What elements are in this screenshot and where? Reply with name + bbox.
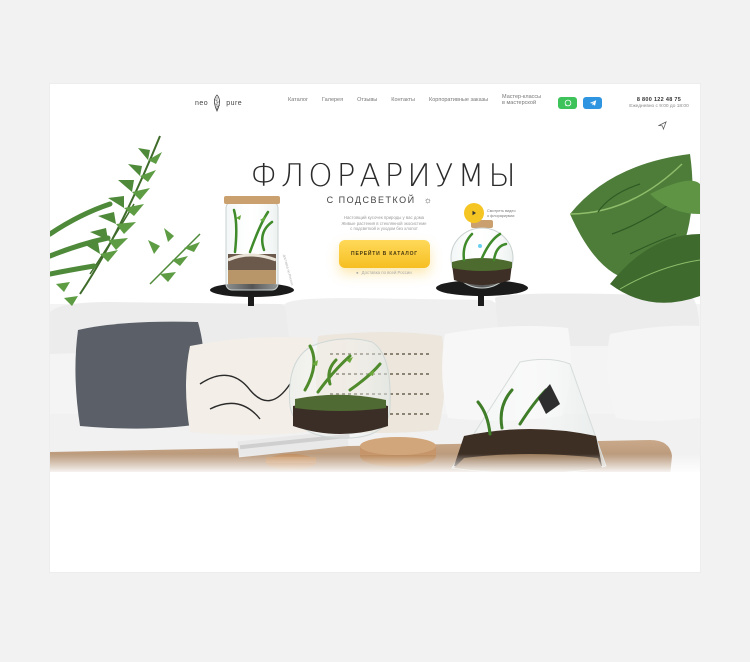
hero-subtitle-text: С ПОДСВЕТКОЙ bbox=[326, 195, 416, 205]
nav-item-gallery[interactable]: Галерея bbox=[322, 97, 343, 106]
location-pin-icon: ● bbox=[356, 270, 359, 275]
nav-item-corporate[interactable]: Корпоративные заказы bbox=[429, 97, 488, 106]
terrarium-jar-table bbox=[288, 338, 391, 439]
cta-note: ● Доставка по всей России bbox=[356, 270, 412, 275]
terrarium-pedestal-right bbox=[436, 220, 528, 306]
play-icon bbox=[472, 210, 476, 216]
send-icon[interactable] bbox=[658, 121, 667, 130]
play-video-button[interactable] bbox=[464, 203, 484, 223]
nav-item-workshops[interactable]: Мастер-классы в мастерской bbox=[502, 94, 541, 106]
telegram-button[interactable] bbox=[583, 97, 602, 109]
contact-block: 8 800 122 48 75 Ежедневно с 9:00 до 18:0… bbox=[620, 97, 698, 109]
brand-logo[interactable]: neo pure bbox=[195, 94, 242, 112]
nav-item-contacts[interactable]: Контакты bbox=[391, 97, 415, 106]
hero-description-line3: с подсветкой и уходом без хлопот bbox=[350, 226, 418, 231]
telegram-icon bbox=[589, 100, 596, 106]
video-label-line1: Смотреть видео bbox=[487, 209, 516, 213]
whatsapp-button[interactable] bbox=[558, 97, 577, 109]
go-to-catalog-button[interactable]: ПЕРЕЙТИ В КАТАЛОГ bbox=[339, 240, 430, 268]
whatsapp-icon bbox=[564, 99, 571, 107]
brand-name-line2: pure bbox=[226, 99, 243, 107]
video-label: Смотреть видео о флорариумах bbox=[487, 209, 527, 218]
fern-plant-left bbox=[50, 135, 201, 306]
brand-name-line1: neo bbox=[195, 99, 209, 107]
phone-number[interactable]: 8 800 122 48 75 bbox=[620, 97, 698, 103]
hero-title: ФЛОРАРИУМЫ bbox=[250, 158, 520, 194]
landing-page-card: neo pure Каталог Галерея Отзывы Контакты… bbox=[50, 84, 700, 572]
sparkle-icon: ☼ bbox=[419, 195, 434, 205]
cta-note-text: Доставка по всей России bbox=[361, 270, 412, 275]
hero-description: Настоящий кусочек природы у вас дома Жив… bbox=[320, 215, 448, 232]
main-nav: Каталог Галерея Отзывы Контакты Корпорат… bbox=[288, 94, 541, 106]
nav-item-reviews[interactable]: Отзывы bbox=[357, 97, 377, 106]
nav-item-catalog[interactable]: Каталог bbox=[288, 97, 308, 106]
nav-workshops-line2: в мастерской bbox=[502, 100, 537, 106]
monstera-plant-right bbox=[569, 154, 700, 303]
terrarium-pedestal-left bbox=[210, 196, 294, 306]
video-label-line2: о флорариумах bbox=[487, 213, 515, 218]
working-hours: Ежедневно с 9:00 до 18:00 bbox=[629, 104, 689, 109]
hero-subtitle: С ПОДСВЕТКОЙ ☼ bbox=[320, 195, 440, 205]
leaf-logo-icon bbox=[214, 94, 221, 112]
